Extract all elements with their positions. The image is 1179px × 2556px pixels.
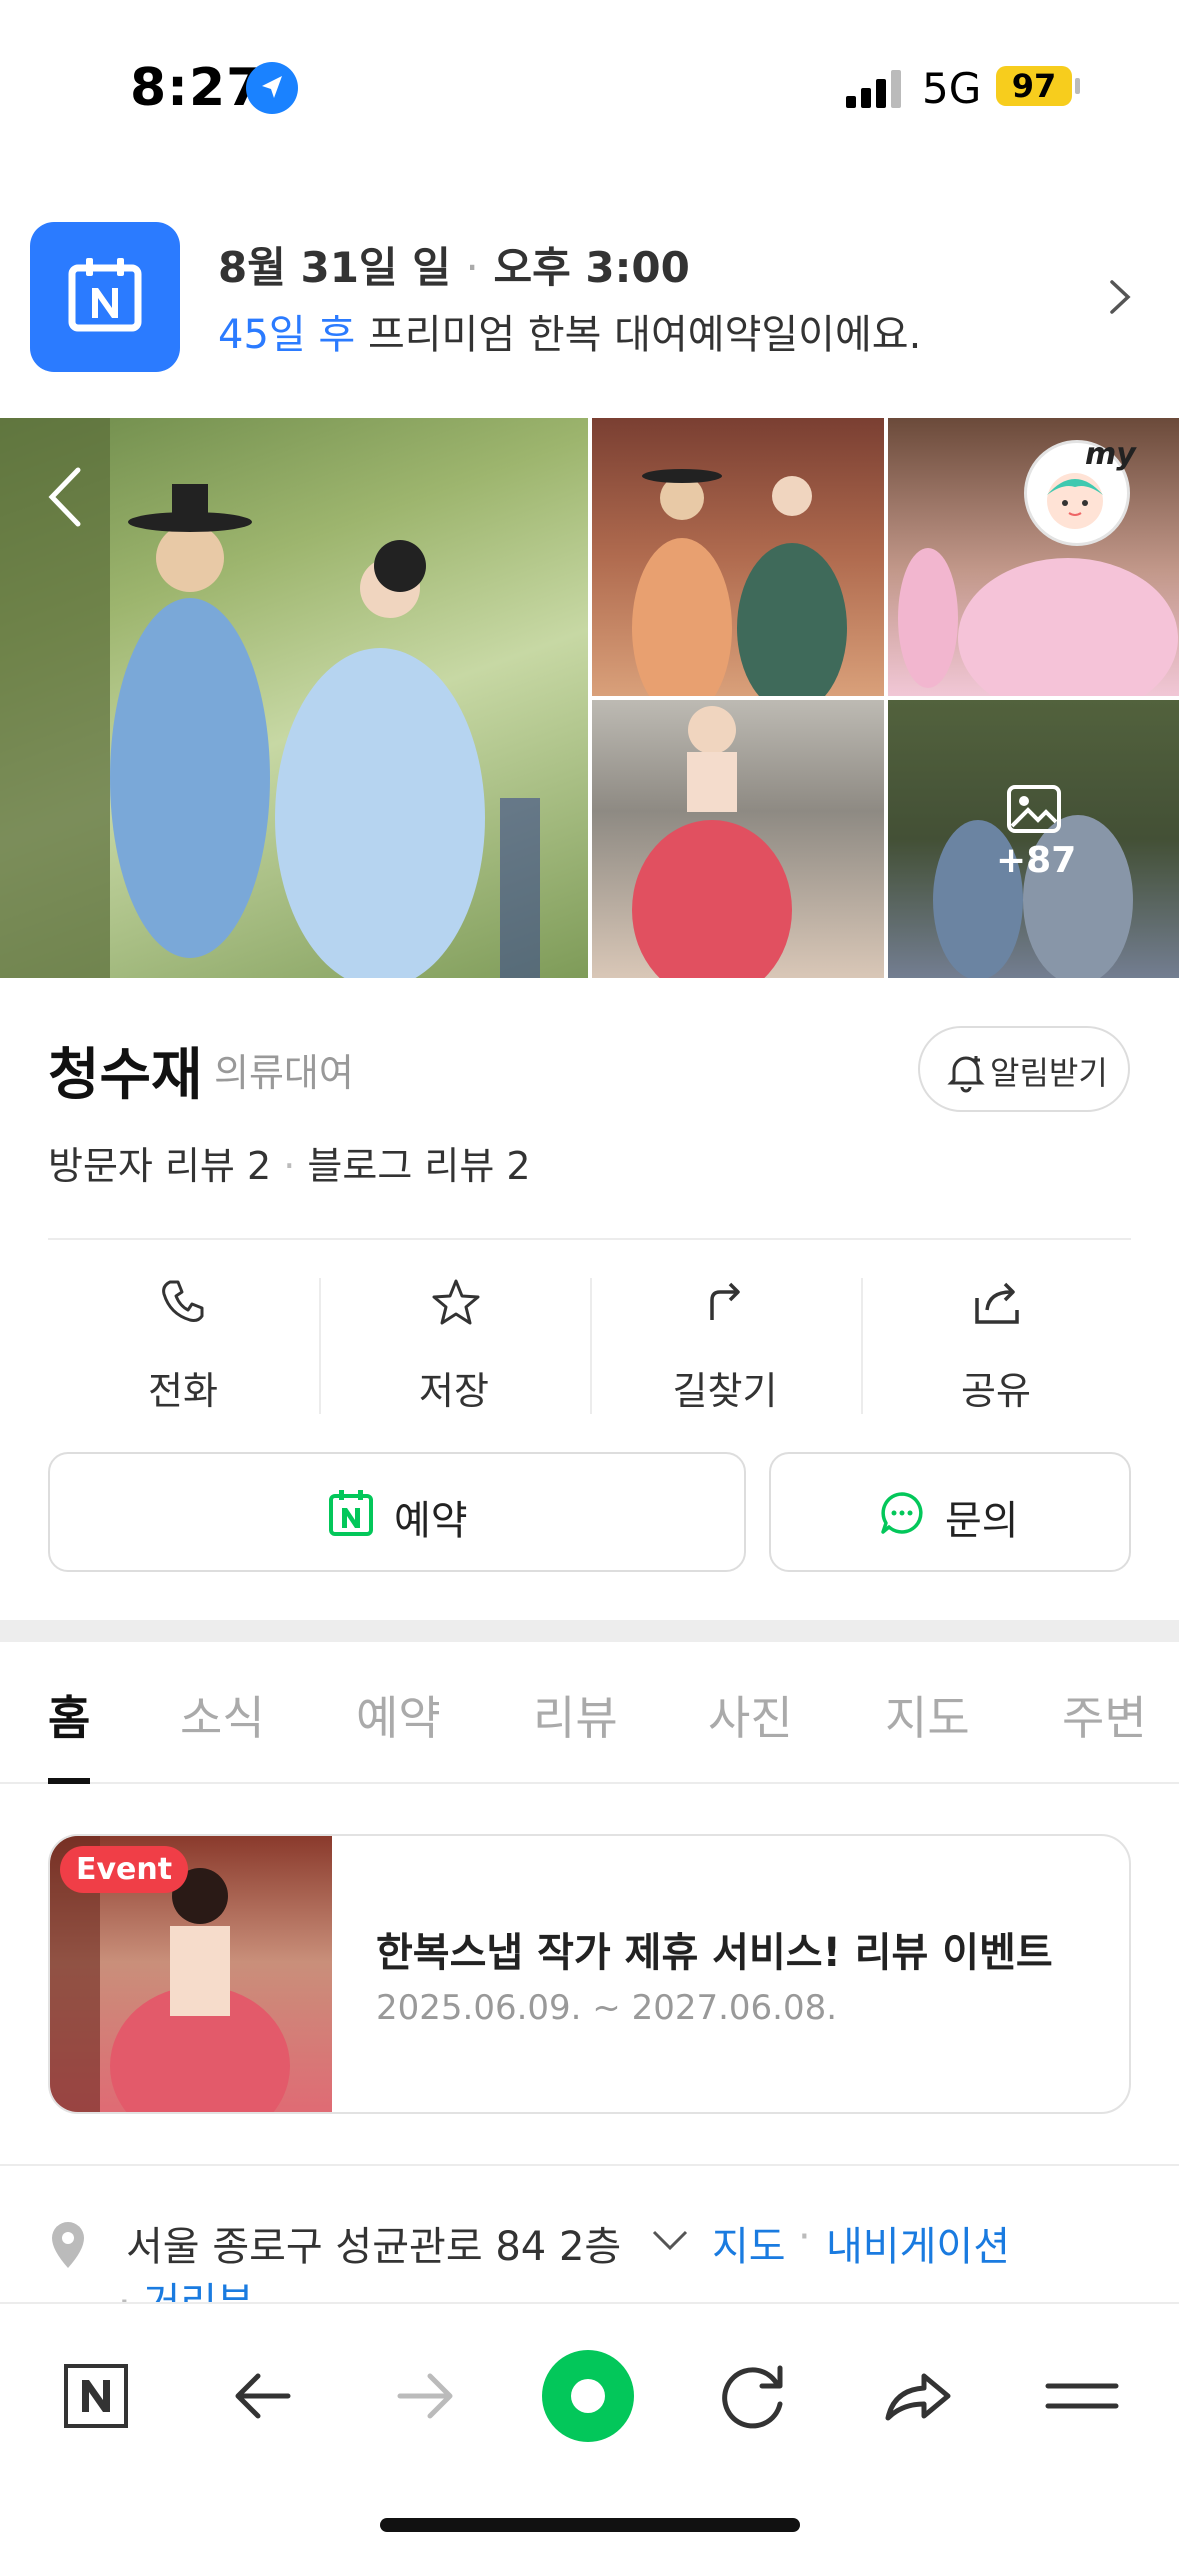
active-tab-indicator: [48, 1778, 90, 1784]
navigation-link[interactable]: 내비게이션: [826, 2214, 1010, 2272]
call-action[interactable]: 전화: [48, 1276, 318, 1418]
tab-map[interactable]: 지도: [885, 1682, 970, 1748]
location-pin-icon: [52, 2222, 84, 2268]
separator-dot: ·: [283, 1144, 296, 1188]
place-name: 청수재: [48, 1043, 203, 1108]
event-card[interactable]: Event 한복스냅 작가 제휴 서비스! 리뷰 이벤트 2025.06.09.…: [48, 1834, 1131, 2114]
back-icon[interactable]: [214, 2348, 310, 2444]
separator-dot: ·: [465, 243, 479, 292]
map-link[interactable]: 지도: [712, 2214, 786, 2272]
blog-reviews-link[interactable]: 블로그 리뷰 2: [307, 1144, 530, 1188]
battery-level: 97: [1011, 67, 1057, 105]
reminder-time: 오후 3:00: [493, 243, 690, 292]
network-label: 5G: [922, 64, 982, 113]
tab-news[interactable]: 소식: [180, 1682, 265, 1748]
refresh-icon[interactable]: [704, 2348, 800, 2444]
tab-reviews[interactable]: 리뷰: [533, 1682, 618, 1748]
share-icon: [975, 1282, 1019, 1324]
battery-icon: 97: [996, 66, 1072, 106]
directions-action[interactable]: 길찾기: [590, 1276, 860, 1418]
chevron-right-icon: [1110, 280, 1131, 314]
event-thumbnail: Event: [50, 1836, 332, 2112]
more-photos-count: +87: [996, 840, 1077, 881]
gallery-photo[interactable]: [592, 700, 884, 978]
place-category: 의류대여: [214, 1051, 354, 1095]
reserve-button[interactable]: 예약: [48, 1452, 746, 1572]
chat-bubble-icon: [881, 1492, 923, 1534]
gallery-photo[interactable]: [592, 418, 884, 696]
star-icon: [432, 1279, 480, 1325]
event-title: 한복스냅 작가 제휴 서비스! 리뷰 이벤트: [376, 1930, 1053, 1976]
back-arrow-icon[interactable]: [40, 462, 90, 532]
reminder-date: 8월 31일 일: [218, 243, 451, 292]
bell-plus-icon: [947, 1056, 985, 1093]
tab-nearby[interactable]: 주변: [1062, 1682, 1147, 1748]
chevron-down-icon[interactable]: [650, 2228, 690, 2254]
home-indicator[interactable]: [380, 2518, 800, 2532]
signal-icon: [846, 70, 901, 108]
address-row: 서울 종로구 성균관로 84 2층 지도 · 내비게이션: [48, 2212, 1148, 2272]
green-dot-search-icon[interactable]: [540, 2338, 636, 2454]
notify-label: 알림받기: [990, 1054, 1108, 1092]
naver-calendar-icon: [30, 222, 180, 372]
action-label: 길찾기: [672, 1369, 778, 1413]
action-row: 전화 저장 길찾기 공유: [48, 1276, 1131, 1418]
action-label: 공유: [961, 1369, 1031, 1413]
tab-reservation[interactable]: 예약: [356, 1682, 441, 1748]
battery-tip: [1075, 78, 1080, 94]
event-badge: Event: [60, 1846, 189, 1893]
status-bar: 8:27 5G 97: [0, 0, 1179, 170]
inquiry-button[interactable]: 문의: [769, 1452, 1131, 1572]
my-profile-badge[interactable]: my: [1024, 437, 1136, 546]
separator-dot: ·: [798, 2214, 811, 2260]
tab-home[interactable]: 홈: [48, 1682, 90, 1748]
divider: [48, 1238, 1131, 1240]
tab-photos[interactable]: 사진: [708, 1682, 793, 1748]
image-icon: [1007, 785, 1061, 833]
reminder-datetime: 8월 31일 일 · 오후 3:00: [218, 234, 690, 295]
reservation-reminder[interactable]: 8월 31일 일 · 오후 3:00 45일 후 프리미엄 한복 대여예약일이에…: [0, 210, 1179, 410]
divider: [0, 2164, 1179, 2166]
reminder-text: 프리미엄 한복 대여예약일이에요.: [367, 312, 922, 358]
location-arrow-icon: [246, 62, 298, 114]
reserve-label: 예약: [394, 1498, 468, 1544]
address-text: 서울 종로구 성균관로 84 2층: [126, 2224, 622, 2270]
phone-icon: [162, 1280, 204, 1322]
profile-badge-label: my: [1085, 437, 1136, 472]
section-separator: [0, 1620, 1179, 1642]
reminder-message: 45일 후 프리미엄 한복 대여예약일이에요.: [218, 302, 921, 360]
directions-icon: [710, 1282, 740, 1320]
visitor-reviews-link[interactable]: 방문자 리뷰 2: [48, 1144, 271, 1188]
review-counts: 방문자 리뷰 2 · 블로그 리뷰 2: [48, 1135, 531, 1190]
tab-bar: 홈 소식 예약 리뷰 사진 지도 주변: [0, 1642, 1179, 1784]
status-time: 8:27: [130, 58, 264, 118]
photo-gallery: +87: [0, 418, 1179, 978]
action-label: 저장: [419, 1369, 489, 1413]
forward-icon[interactable]: [378, 2348, 474, 2444]
reminder-days: 45일 후: [218, 312, 356, 358]
calendar-icon: [329, 1490, 373, 1536]
notify-button[interactable]: 알림받기: [918, 1026, 1130, 1112]
inquiry-label: 문의: [945, 1498, 1019, 1544]
menu-icon[interactable]: [1034, 2348, 1130, 2444]
more-photos[interactable]: +87: [888, 700, 1179, 978]
share-action[interactable]: 공유: [861, 1276, 1131, 1418]
event-period: 2025.06.09. ~ 2027.06.08.: [376, 1988, 838, 2028]
photo-overlay: [888, 700, 1179, 978]
save-action[interactable]: 저장: [319, 1276, 589, 1418]
naver-home-icon[interactable]: [48, 2348, 144, 2444]
share-icon[interactable]: [868, 2348, 964, 2444]
action-label: 전화: [148, 1369, 218, 1413]
